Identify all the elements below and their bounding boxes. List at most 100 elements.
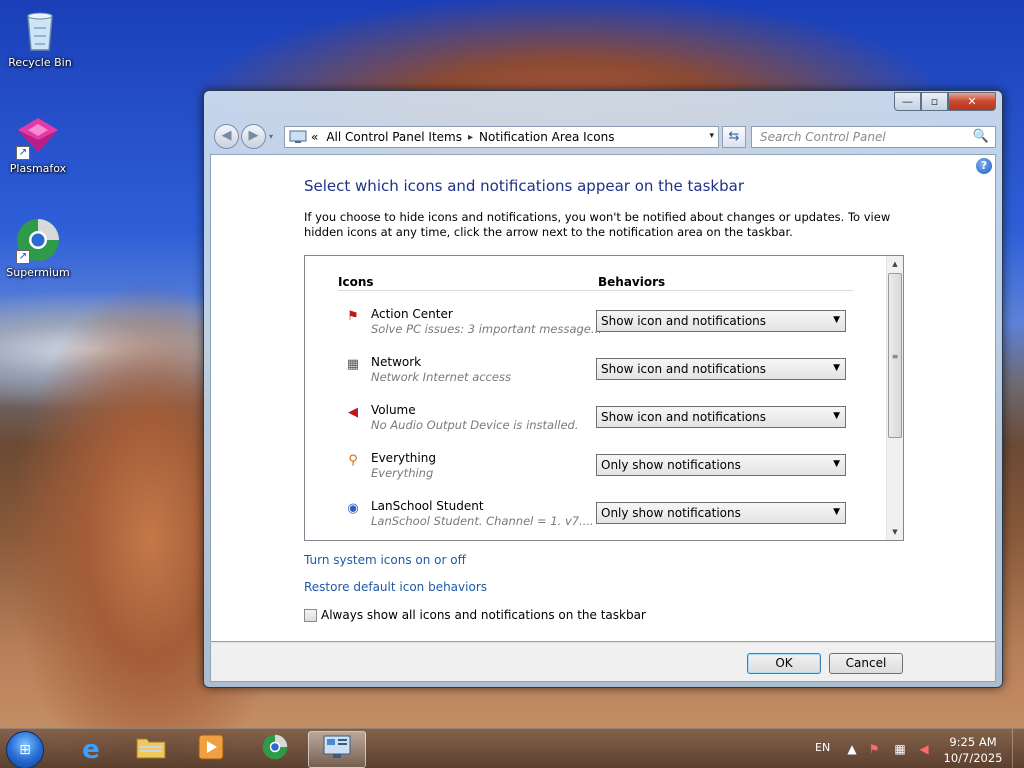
forward-button[interactable]: ▶ <box>241 124 266 149</box>
column-header-behaviors: Behaviors <box>598 275 666 289</box>
search-icon[interactable]: 🔍 <box>973 129 989 144</box>
behavior-select[interactable]: Only show notifications ▼ <box>596 502 846 524</box>
control-panel-icon <box>289 130 307 144</box>
item-status: Everything <box>371 466 434 480</box>
item-status: Network Internet access <box>371 370 511 384</box>
clock-date: 10/7/2025 <box>943 751 1003 765</box>
desktop-icon-label: Recycle Bin <box>8 56 72 69</box>
language-indicator[interactable]: EN <box>815 741 830 754</box>
folder-icon <box>136 735 166 764</box>
desktop-icon-label: Supermium <box>6 266 70 279</box>
maximize-button[interactable]: ▫ <box>921 92 948 111</box>
show-hidden-icons-icon[interactable]: ▲ <box>844 741 860 757</box>
restore-defaults-link[interactable]: Restore default icon behaviors <box>304 580 487 594</box>
header-divider <box>338 290 853 291</box>
network-icon[interactable]: ▦ <box>892 741 908 757</box>
volume-icon: ◀ <box>348 405 358 420</box>
window-controls: — ▫ ✕ <box>894 92 996 111</box>
volume-icon[interactable]: ◀ <box>916 741 932 757</box>
refresh-button[interactable]: ⇆ <box>722 126 746 148</box>
cancel-button[interactable]: Cancel <box>829 653 903 674</box>
item-status: LanSchool Student. Channel = 1. v7.... <box>371 514 594 528</box>
media-player-icon <box>198 734 224 765</box>
start-button[interactable]: ⊞ <box>6 731 44 768</box>
lanschool-icon: ◉ <box>347 501 359 516</box>
search-input[interactable]: Search Control Panel 🔍 <box>751 126 996 148</box>
item-name: Volume <box>371 403 416 417</box>
list-scrollbar[interactable]: ▲ ≡ ▼ <box>886 256 903 540</box>
supermium-icon: ↗ <box>14 216 62 264</box>
list-item-volume: ◀ Volume No Audio Output Device is insta… <box>305 403 890 449</box>
taskbar-internet-explorer[interactable]: e <box>62 731 120 768</box>
show-desktop-button[interactable] <box>1012 729 1024 768</box>
taskbar-control-panel[interactable] <box>308 731 366 768</box>
list-item-everything: ⚲ Everything Everything Only show notifi… <box>305 451 890 497</box>
list-item-action-center: ⚑ Action Center Solve PC issues: 3 impor… <box>305 307 890 353</box>
item-name: LanSchool Student <box>371 499 484 513</box>
search-placeholder: Search Control Panel <box>760 130 886 144</box>
everything-icon: ⚲ <box>348 453 358 468</box>
content-pane: ? Select which icons and notifications a… <box>210 154 996 642</box>
action-center-icon[interactable]: ⚑ <box>866 741 882 757</box>
breadcrumb-notification-area-icons[interactable]: Notification Area Icons <box>479 130 614 144</box>
taskbar-supermium[interactable] <box>246 731 304 768</box>
navigation-bar: ◀ ▶ ▾ « All Control Panel Items ▸ Notifi… <box>212 124 996 150</box>
desktop-icon-recycle-bin[interactable]: Recycle Bin <box>2 6 78 69</box>
scroll-down-icon[interactable]: ▼ <box>887 524 903 540</box>
shortcut-arrow-icon: ↗ <box>16 250 30 264</box>
windows-logo-icon: ⊞ <box>19 742 31 758</box>
shortcut-arrow-icon: ↗ <box>16 146 30 160</box>
control-panel-icon <box>323 735 351 764</box>
breadcrumb-all-control-panel-items[interactable]: All Control Panel Items <box>326 130 462 144</box>
taskbar-media-player[interactable] <box>182 731 240 768</box>
back-button[interactable]: ◀ <box>214 124 239 149</box>
behavior-select[interactable]: Show icon and notifications ▼ <box>596 406 846 428</box>
address-bar[interactable]: « All Control Panel Items ▸ Notification… <box>284 126 719 148</box>
notification-icons-list: Icons Behaviors ⚑ Action Center Solve PC… <box>304 255 904 541</box>
item-name: Action Center <box>371 307 453 321</box>
always-show-all-checkbox[interactable] <box>304 608 317 622</box>
scrollbar-thumb[interactable]: ≡ <box>888 273 902 438</box>
desktop-icon-label: Plasmafox <box>9 162 67 175</box>
minimize-button[interactable]: — <box>894 92 921 111</box>
item-status: No Audio Output Device is installed. <box>371 418 579 432</box>
always-show-all-label: Always show all icons and notifications … <box>321 608 646 622</box>
ok-button[interactable]: OK <box>747 653 821 674</box>
page-description: If you choose to hide icons and notifica… <box>304 210 891 239</box>
list-item-lanschool-student: ◉ LanSchool Student LanSchool Student. C… <box>305 499 890 540</box>
desktop-icon-plasmafox[interactable]: ↗ Plasmafox <box>0 112 76 175</box>
help-icon[interactable]: ? <box>976 158 992 174</box>
taskbar: ⊞ e EN ▲ ⚑ ▦ ◀ 9:25 AM 10/7/2025 <box>0 728 1024 768</box>
desktop-icon-supermium[interactable]: ↗ Supermium <box>0 216 76 279</box>
internet-explorer-icon: e <box>82 734 100 765</box>
address-overflow-chevron[interactable]: « <box>311 130 318 144</box>
item-name: Network <box>371 355 422 369</box>
page-title: Select which icons and notifications app… <box>304 177 744 195</box>
plasmafox-icon: ↗ <box>14 112 62 160</box>
network-icon: ▦ <box>346 357 360 372</box>
behavior-select[interactable]: Show icon and notifications ▼ <box>596 358 846 380</box>
system-clock[interactable]: 9:25 AM 10/7/2025 <box>938 734 1008 766</box>
action-center-icon: ⚑ <box>347 309 359 324</box>
taskbar-explorer[interactable] <box>122 731 180 768</box>
behavior-select[interactable]: Only show notifications ▼ <box>596 454 846 476</box>
behavior-select[interactable]: Show icon and notifications ▼ <box>596 310 846 332</box>
control-panel-window: — ▫ ✕ ◀ ▶ ▾ « All Control Panel Items ▸ … <box>203 90 1003 688</box>
item-status: Solve PC issues: 3 important message... <box>371 322 602 336</box>
chevron-down-icon: ▼ <box>833 315 840 325</box>
always-show-all-option[interactable]: Always show all icons and notifications … <box>304 608 646 622</box>
chevron-down-icon: ▼ <box>833 363 840 373</box>
column-header-icons: Icons <box>338 275 374 289</box>
recycle-bin-icon <box>16 6 64 54</box>
dialog-footer: OK Cancel <box>210 642 996 682</box>
address-dropdown-icon[interactable]: ▾ <box>709 131 714 141</box>
breadcrumb-separator-icon[interactable]: ▸ <box>468 132 473 143</box>
list-item-network: ▦ Network Network Internet access Show i… <box>305 355 890 401</box>
chevron-down-icon: ▼ <box>833 459 840 469</box>
supermium-icon <box>261 733 289 766</box>
recent-pages-dropdown[interactable]: ▾ <box>269 132 273 141</box>
scroll-up-icon[interactable]: ▲ <box>887 256 903 272</box>
close-button[interactable]: ✕ <box>948 92 996 111</box>
chevron-down-icon: ▼ <box>833 411 840 421</box>
turn-system-icons-link[interactable]: Turn system icons on or off <box>304 553 466 567</box>
